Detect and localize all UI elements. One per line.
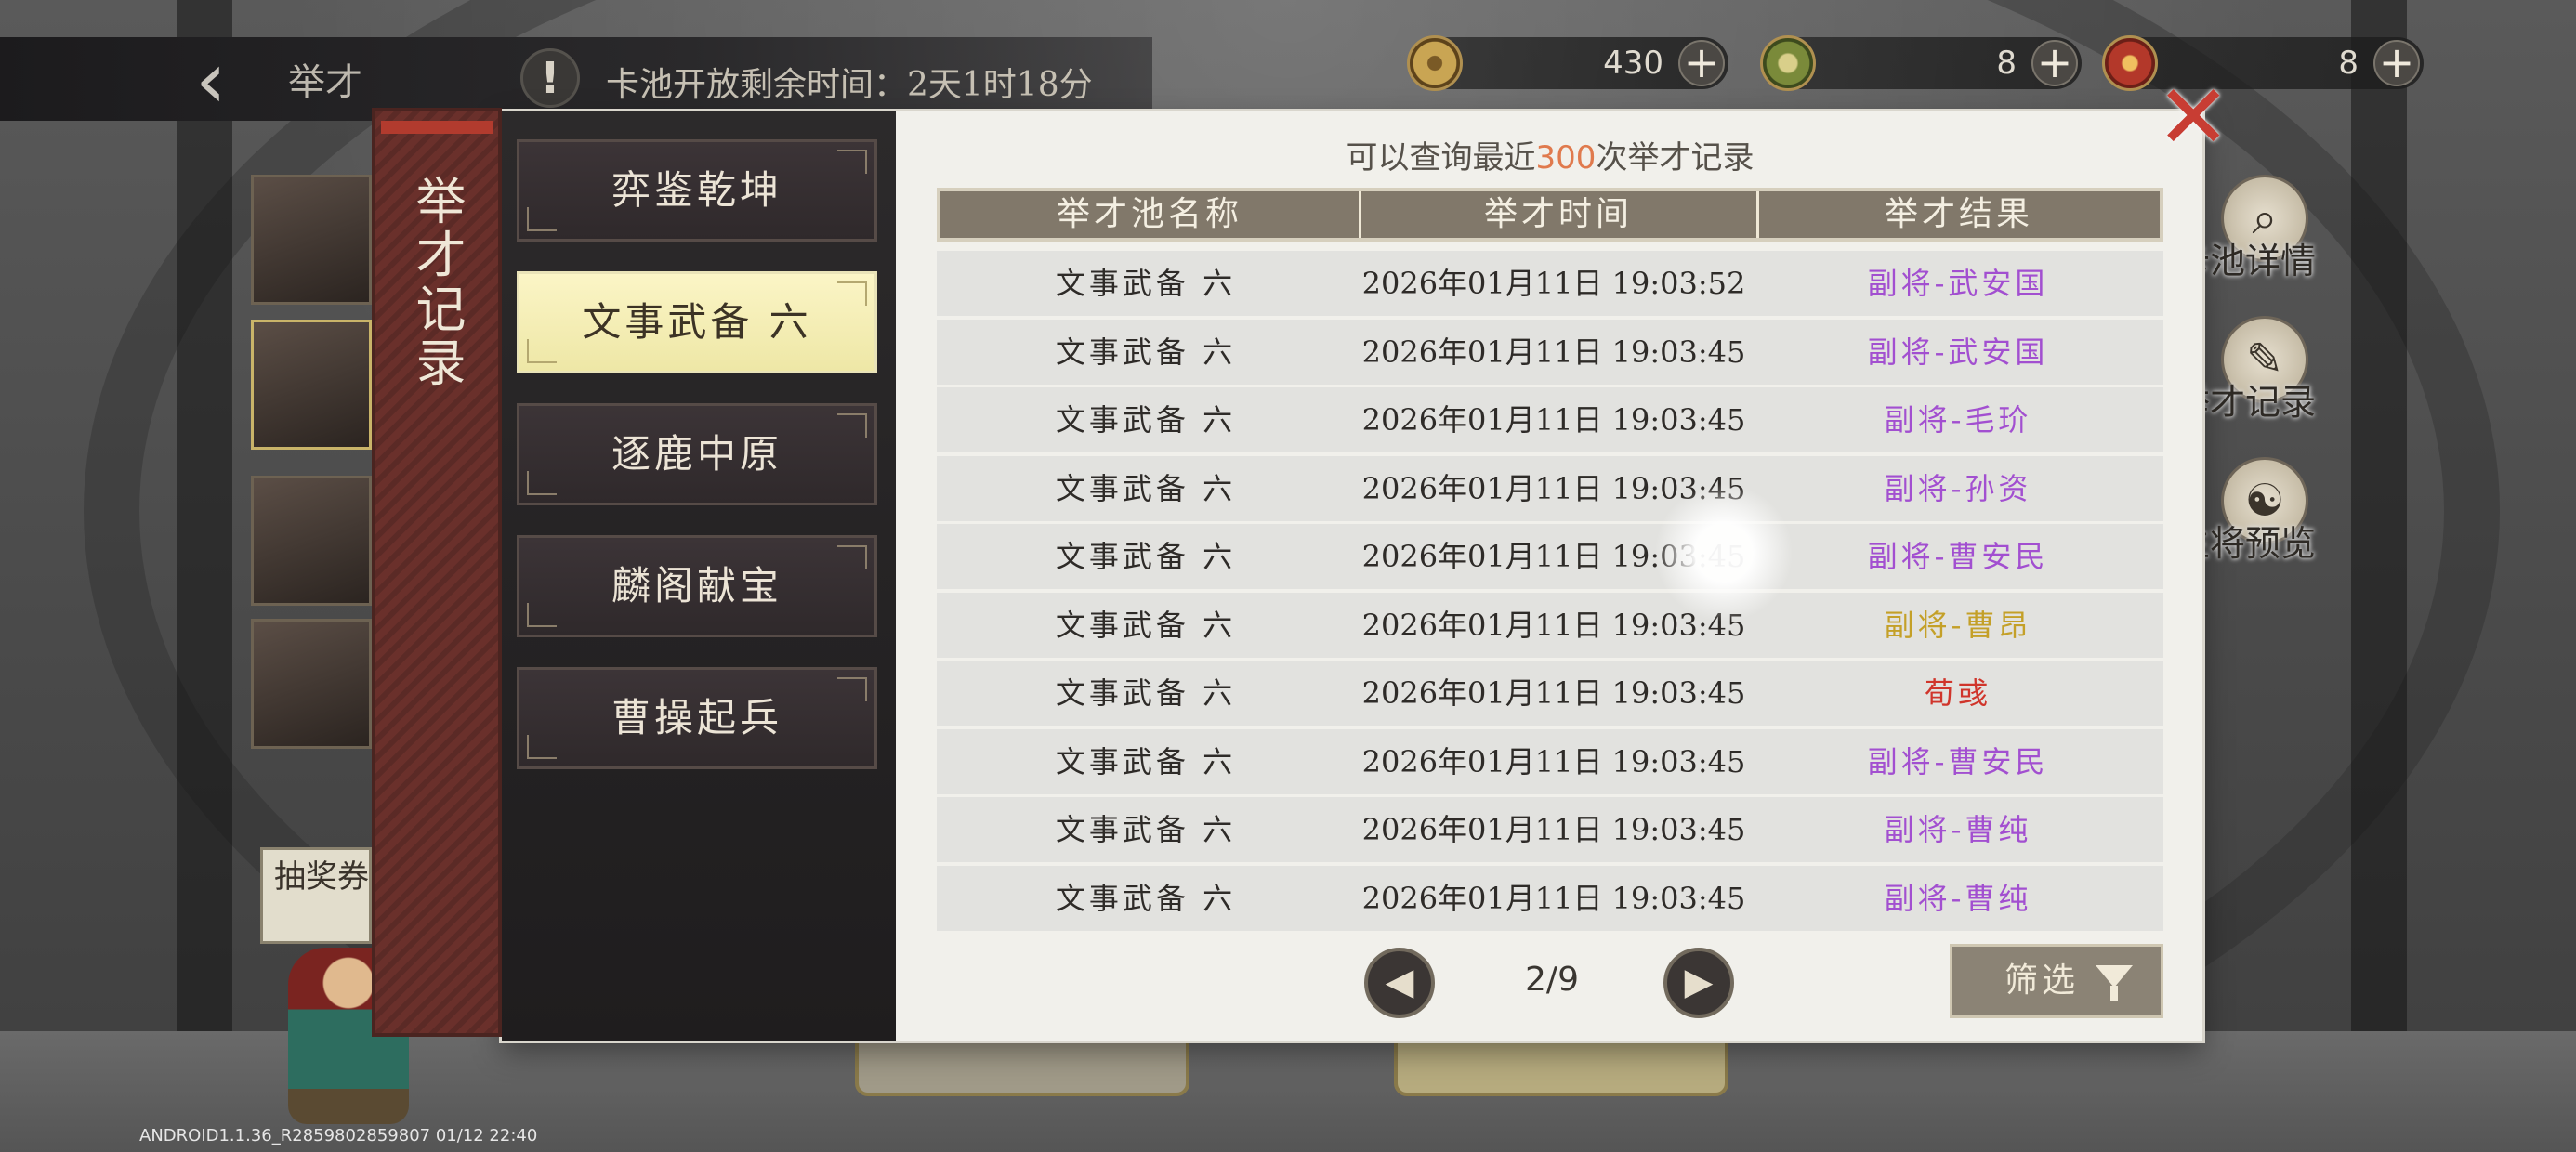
cell-recruit-time: 2026年01月11日 19:03:45 [1361,334,1746,370]
cell-recruit-time: 2026年01月11日 19:03:52 [1361,266,1746,301]
pool-tab-zhulu-zhongyuan[interactable]: 逐鹿中原 [517,403,877,505]
cell-recruit-result: 副将-毛玠 [1884,402,2032,438]
character-card[interactable] [251,320,372,450]
jade-icon [1760,35,1816,91]
currency-seal: 8 + [2102,35,2424,91]
add-seal-button[interactable]: + [2373,40,2420,86]
records-header-suffix: 次举才记录 [1596,139,1755,177]
background-pillar [2351,0,2407,1152]
cell-recruit-result: 副将-孙资 [1884,470,2032,506]
filter-label: 筛选 [2004,962,2080,1000]
page-indicator: 2/9 [1525,961,1579,999]
arrow-right-icon[interactable]: ▶ [1663,948,1734,1018]
cell-recruit-time: 2026年01月11日 19:03:45 [1361,675,1746,711]
cell-recruit-result: 副将-曹昂 [1884,607,2032,643]
pool-details-button[interactable]: ⌕ 卡池详情 [2175,175,2379,286]
table-row: 文事武备 六 2026年01月11日 19:03:45 副将-曹纯 [937,865,2163,931]
vertical-tab-accent [381,121,493,134]
version-text: ANDROID1.1.36_R2859802859807 01/12 22:40 [139,1126,538,1145]
pool-timer-text: 卡池开放剩余时间：2天1时18分 [606,66,1093,104]
currency-coin: 430 + [1407,35,1728,91]
pool-tab-wenshi-wubei[interactable]: 文事武备 六 [517,271,877,373]
touch-glow [1654,483,1794,622]
table-row: 文事武备 六 2026年01月11日 19:03:45 副将-曹纯 [937,797,2163,862]
records-table-header: 举才池名称 举才时间 举才结果 [937,188,2163,242]
table-row: 文事武备 六 2026年01月11日 19:03:45 副将-孙资 [937,455,2163,521]
character-card[interactable] [251,619,372,749]
records-header-count: 300 [1535,139,1597,177]
cell-pool-name: 文事武备 六 [1055,334,1237,370]
ticket-collect-tag[interactable]: 抽奖券收集攻 [260,847,372,944]
add-jade-button[interactable]: + [2031,40,2078,86]
cell-pool-name: 文事武备 六 [1055,743,1237,779]
draw-once-button-bg [855,1031,1189,1096]
exclamation-icon[interactable]: ! [520,48,580,108]
cell-recruit-result: 副将-武安国 [1867,334,2049,370]
pool-tab-caocao-qibing[interactable]: 曹操起兵 [517,667,877,769]
recruit-records-button[interactable]: ✎ 举才记录 [2175,316,2379,427]
cell-pool-name: 文事武备 六 [1055,812,1237,847]
column-header-result: 举才结果 [1884,195,2033,233]
cell-recruit-result: 副将-曹安民 [1867,539,2049,574]
currency-value: 430 [1603,45,1663,82]
column-header-time: 举才时间 [1483,195,1633,233]
cell-recruit-result: 副将-曹纯 [1884,812,2032,847]
cell-pool-name: 文事武备 六 [1055,539,1237,574]
table-row: 文事武备 六 2026年01月11日 19:03:52 副将-武安国 [937,251,2163,316]
table-row: 文事武备 六 2026年01月11日 19:03:45 副将-曹安民 [937,728,2163,794]
currency-value: 8 [2338,45,2359,82]
table-row: 文事武备 六 2026年01月11日 19:03:45 荀彧 [937,661,2163,726]
table-row: 文事武备 六 2026年01月11日 19:03:45 副将-毛玠 [937,387,2163,452]
coin-icon [1407,35,1463,91]
side-button-label: 举才记录 [2175,382,2317,423]
cell-pool-name: 文事武备 六 [1055,607,1237,643]
cell-recruit-time: 2026年01月11日 19:03:45 [1361,880,1746,916]
cell-pool-name: 文事武备 六 [1055,402,1237,438]
side-button-label: 主将预览 [2175,523,2317,564]
close-icon[interactable]: ✕ [2156,72,2230,162]
character-card[interactable] [251,476,372,606]
cell-recruit-time: 2026年01月11日 19:03:45 [1361,402,1746,438]
cell-recruit-time: 2026年01月11日 19:03:45 [1361,812,1746,847]
character-card[interactable] [251,175,372,305]
table-row: 文事武备 六 2026年01月11日 19:03:45 副将-曹安民 [937,524,2163,589]
records-header: 可以查询最近300次举才记录 [937,132,2163,177]
filter-button[interactable]: 筛选 [1950,944,2163,1018]
cell-pool-name: 文事武备 六 [1055,675,1237,711]
page-title: 举才 [288,61,362,104]
table-row: 文事武备 六 2026年01月11日 19:03:45 副将-武安国 [937,319,2163,385]
cell-pool-name: 文事武备 六 [1055,470,1237,506]
currency-jade: 8 + [1760,35,2082,91]
currency-value: 8 [1996,45,2017,82]
funnel-icon [2096,965,2133,1001]
records-vertical-title: 举才记录 [407,175,466,390]
cell-recruit-time: 2026年01月11日 19:03:45 [1361,743,1746,779]
cell-recruit-result: 荀彧 [1924,675,1991,711]
cell-pool-name: 文事武备 六 [1055,880,1237,916]
cell-recruit-result: 副将-曹纯 [1884,880,2032,916]
general-preview-button[interactable]: ☯ 主将预览 [2175,457,2379,569]
cell-pool-name: 文事武备 六 [1055,266,1237,301]
column-header-pool: 举才池名称 [1056,195,1242,233]
background-pillar [177,0,232,1152]
arrow-left-icon[interactable]: ◀ [1364,948,1435,1018]
draw-ten-button-bg [1394,1031,1728,1096]
add-coin-button[interactable]: + [1678,40,1725,86]
cell-recruit-result: 副将-曹安民 [1867,743,2049,779]
chevron-left-icon[interactable]: ‹ [195,41,279,119]
seal-icon [2102,35,2158,91]
side-button-label: 卡池详情 [2175,241,2317,281]
table-row: 文事武备 六 2026年01月11日 19:03:45 副将-曹昂 [937,592,2163,658]
records-header-prefix: 可以查询最近 [1346,139,1536,177]
pool-tab-yijian-qiankun[interactable]: 弈鉴乾坤 [517,139,877,242]
cell-recruit-result: 副将-武安国 [1867,266,2049,301]
pool-tab-linge-xianbao[interactable]: 麟阁献宝 [517,535,877,637]
